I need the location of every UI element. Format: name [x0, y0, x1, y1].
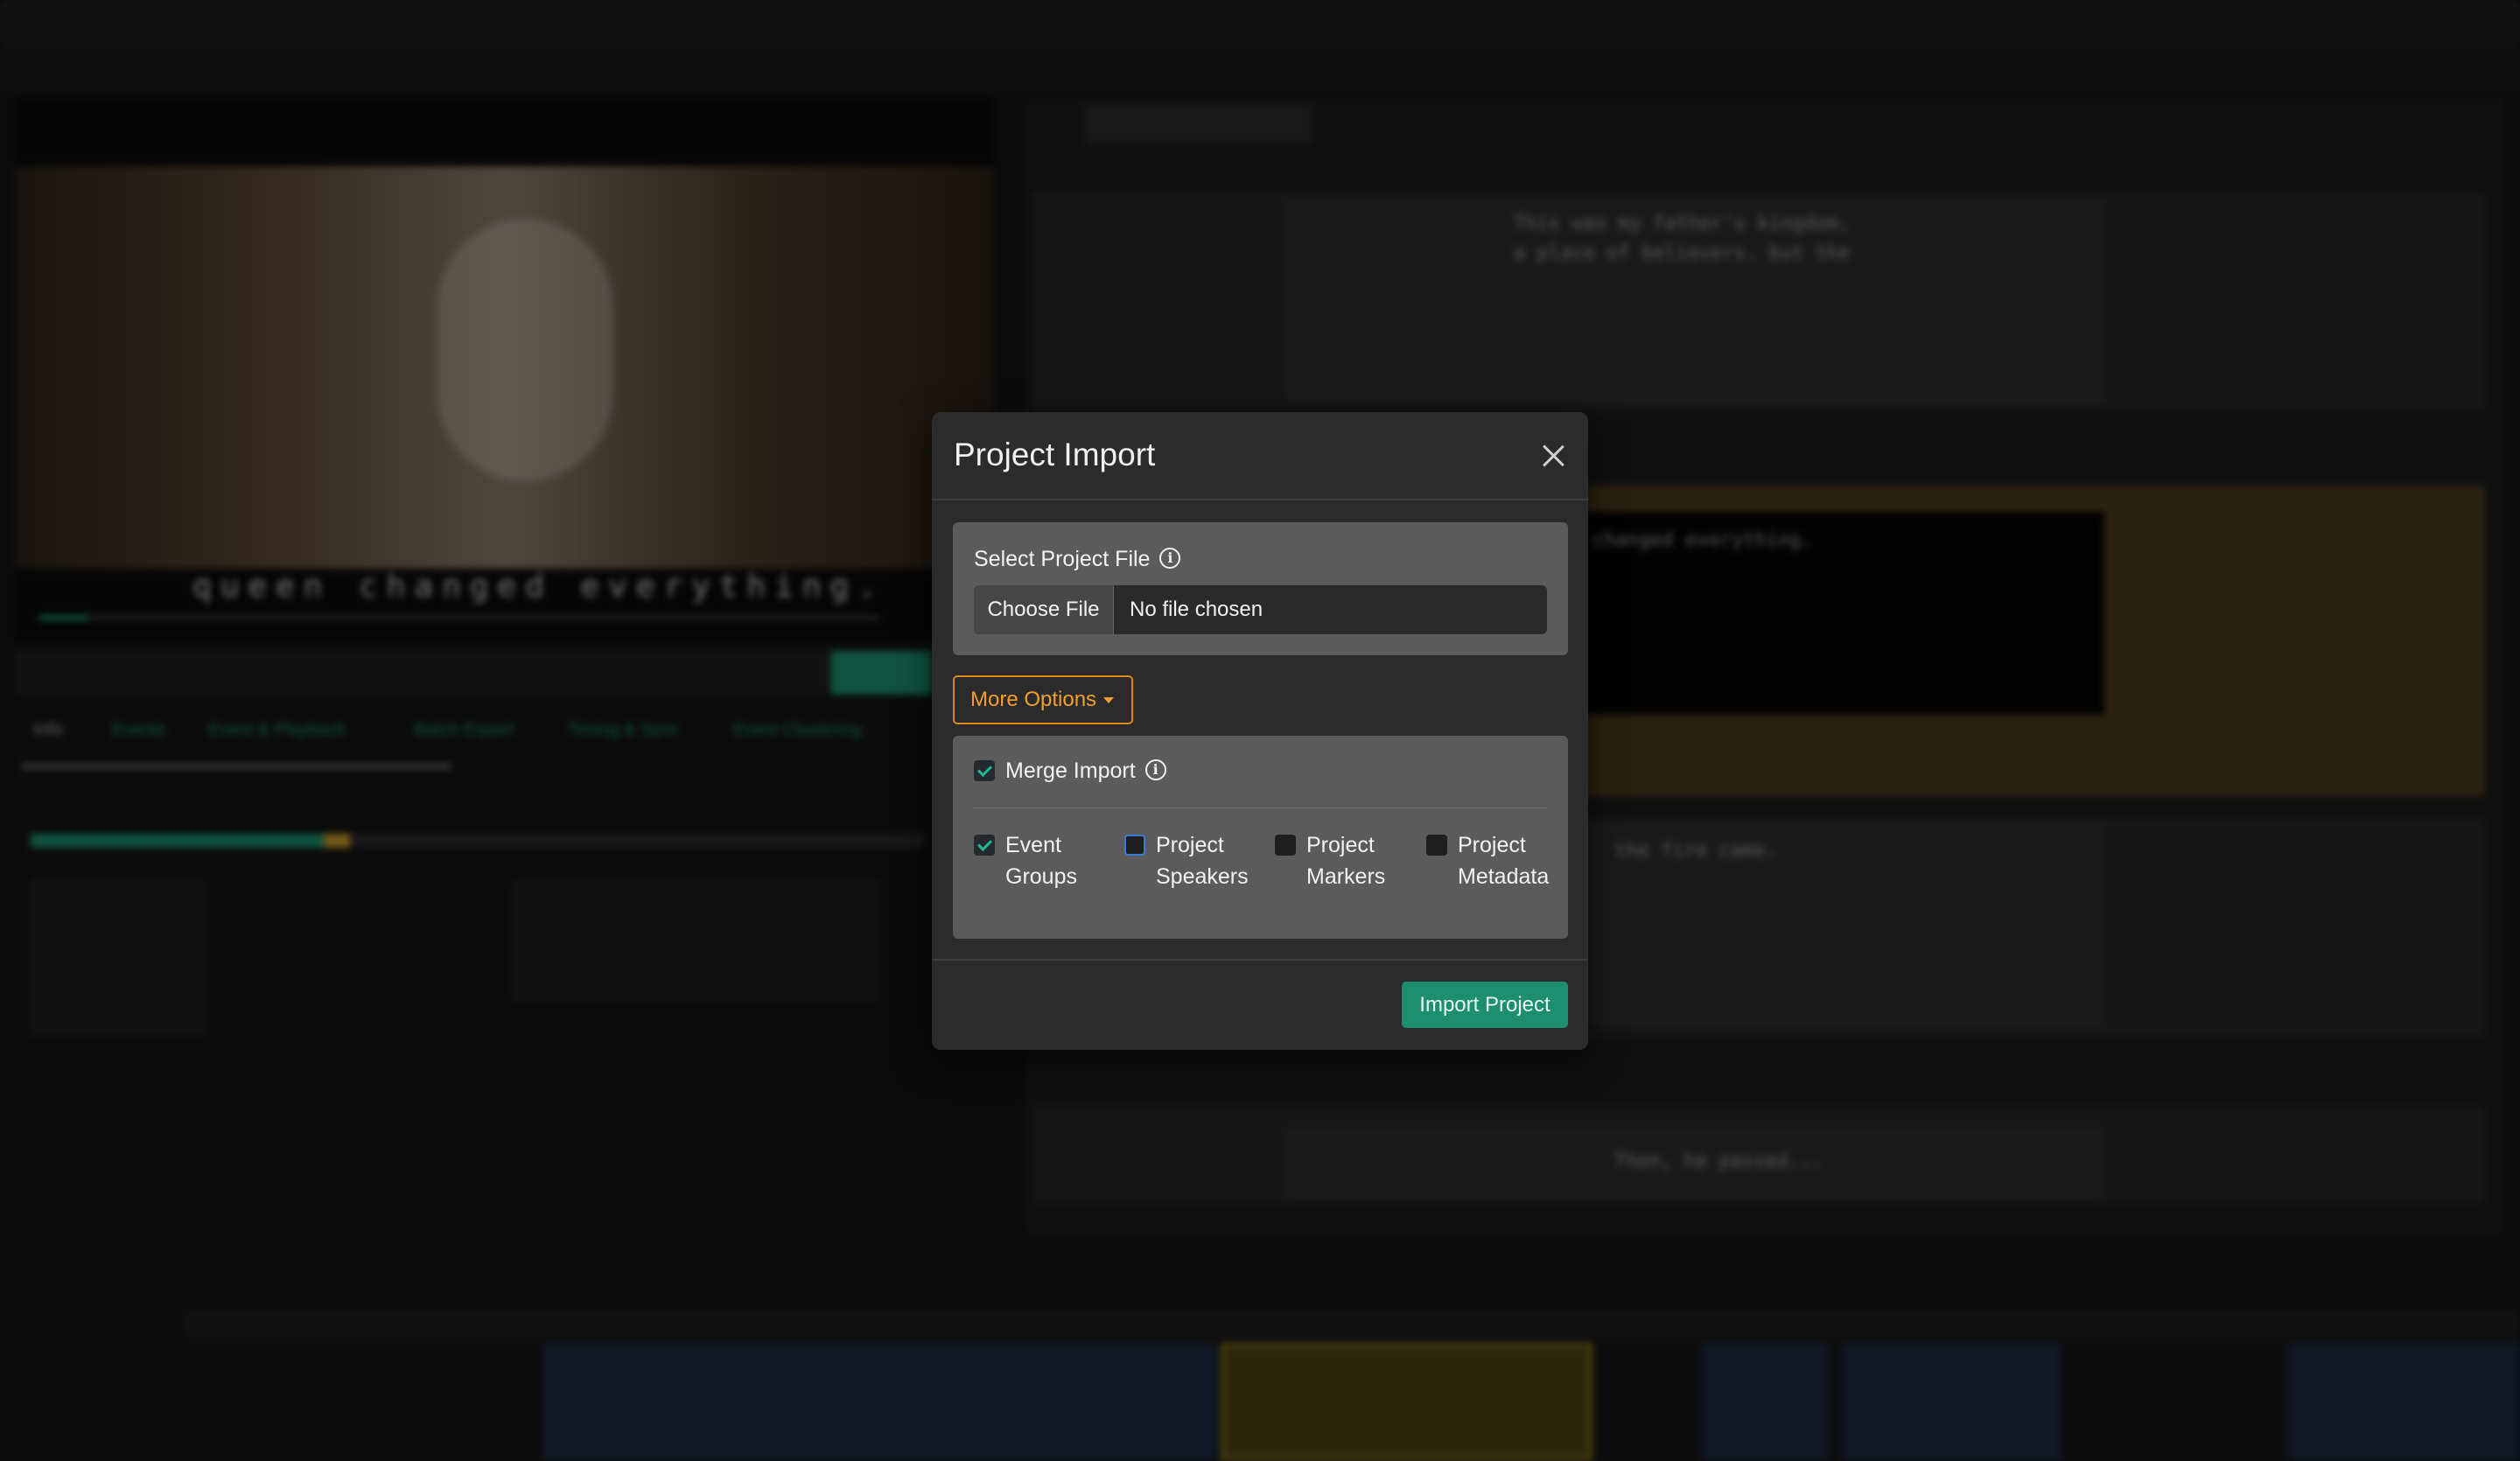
dialog-header: Project Import — [932, 412, 1588, 500]
select-file-label: Select Project File — [974, 547, 1151, 571]
more-options-label: More Options — [970, 688, 1097, 711]
close-icon[interactable] — [1536, 438, 1571, 473]
project-metadata-checkbox[interactable] — [1426, 835, 1447, 856]
project-speakers-label: Project Speakers — [1156, 833, 1249, 889]
choose-file-button[interactable]: Choose File — [974, 585, 1114, 634]
merge-import-label-row: Merge Import i — [1005, 755, 1166, 786]
caret-down-icon — [1103, 697, 1114, 703]
more-options-dropdown-button[interactable]: More Options — [953, 675, 1133, 724]
dialog-title: Project Import — [954, 437, 1156, 472]
project-metadata-label: Project Metadata — [1458, 833, 1550, 889]
event-groups-checkbox[interactable] — [974, 835, 995, 856]
project-markers-label: Project Markers — [1306, 833, 1386, 889]
info-icon[interactable]: i — [1159, 548, 1181, 570]
event-groups-label: Event Groups — [1005, 833, 1077, 889]
import-project-button[interactable]: Import Project — [1402, 982, 1568, 1028]
divider — [974, 807, 1547, 808]
merge-options-panel: Merge Import i Event Groups Project Speake… — [953, 736, 1568, 939]
select-file-label-row: Select Project File i — [974, 547, 1181, 572]
project-markers-checkbox[interactable] — [1275, 835, 1296, 856]
select-file-panel: Select Project File i Choose File No fil… — [953, 522, 1568, 655]
project-import-dialog: Project Import Select Project File i Cho… — [932, 412, 1588, 1050]
file-input[interactable]: Choose File No file chosen — [974, 585, 1547, 634]
merge-import-label: Merge Import — [1005, 758, 1136, 783]
file-status-text: No file chosen — [1130, 598, 1264, 621]
project-speakers-checkbox[interactable] — [1124, 835, 1145, 856]
merge-import-checkbox[interactable] — [974, 760, 995, 781]
info-icon[interactable]: i — [1144, 759, 1166, 781]
footer-divider — [932, 959, 1588, 961]
